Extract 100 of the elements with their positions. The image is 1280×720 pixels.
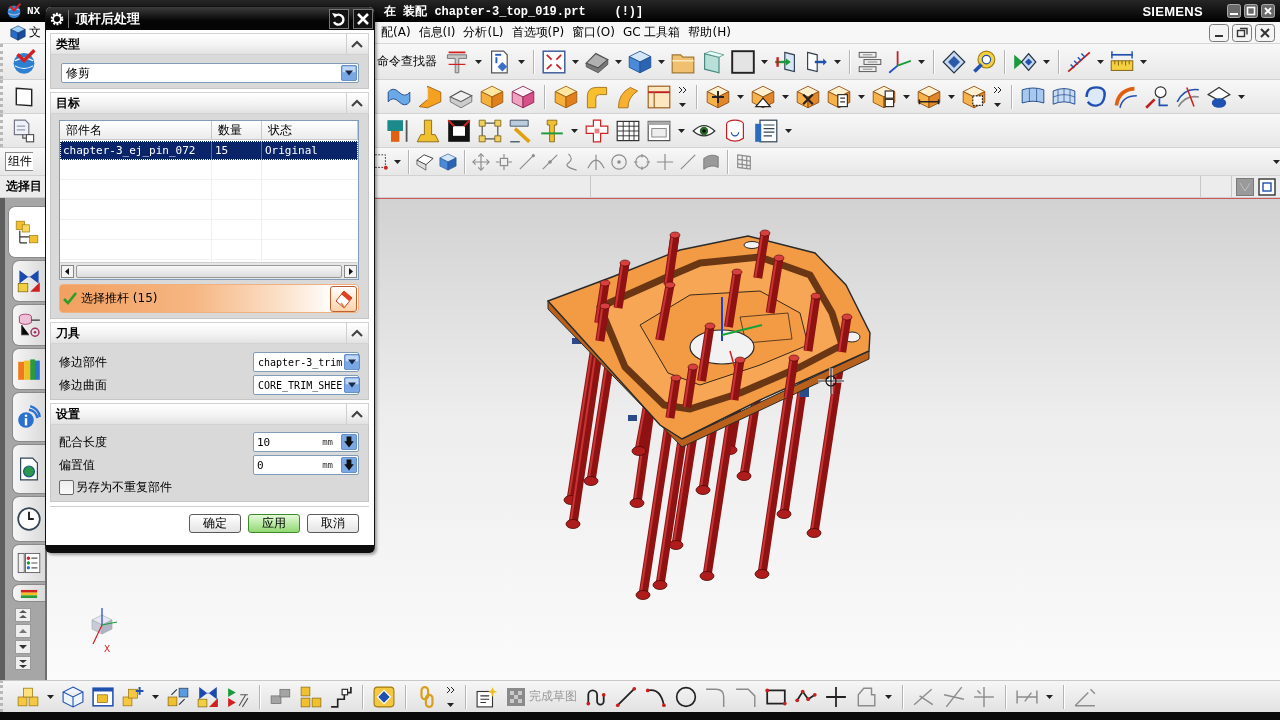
move-box-icon[interactable] (495, 152, 513, 171)
caret-icon[interactable] (518, 59, 525, 64)
frame-icon[interactable] (447, 118, 471, 143)
caret-icon[interactable] (918, 59, 925, 64)
diamond-tile-icon[interactable] (373, 685, 395, 708)
panel-icon[interactable] (701, 49, 725, 74)
caret-icon[interactable] (1238, 94, 1245, 99)
cube-icon[interactable] (439, 152, 457, 171)
globe-logo-icon[interactable] (6, 3, 22, 19)
curve-ribbon-icon[interactable] (1176, 84, 1200, 109)
circle-quadrant-icon[interactable] (633, 152, 651, 171)
box-split-icon[interactable] (872, 84, 896, 109)
caret-icon[interactable] (785, 128, 792, 133)
sketch-sparkle-icon[interactable] (476, 685, 498, 708)
menu-item[interactable]: 配(A) (377, 24, 415, 41)
resource-tab[interactable] (12, 304, 45, 346)
caret-icon[interactable] (678, 128, 685, 133)
caret-icon[interactable] (834, 59, 841, 64)
steps-icon[interactable] (330, 685, 352, 708)
caret-icon[interactable] (1043, 59, 1050, 64)
down-arrow-icon[interactable] (341, 434, 357, 450)
reset-icon[interactable] (329, 8, 349, 29)
blocks-plus-icon[interactable] (122, 685, 144, 708)
caret-icon[interactable] (782, 94, 789, 99)
t-shape-icon[interactable] (445, 49, 469, 74)
menu-item[interactable]: 信息(I) (414, 24, 460, 41)
sheet-lens-icon[interactable] (1207, 84, 1231, 109)
caret-icon[interactable] (885, 694, 892, 699)
fit-frame-icon[interactable] (1258, 177, 1276, 196)
box-span-icon[interactable] (917, 84, 941, 109)
value-dropdown[interactable]: CORE_TRIM_SHEE (253, 375, 359, 395)
scrollbar-thumb[interactable] (76, 264, 342, 278)
maximize-icon[interactable] (1244, 4, 1258, 18)
axes-icon[interactable] (888, 49, 912, 74)
caret-icon[interactable] (1097, 59, 1104, 64)
apply-button[interactable]: 应用 (248, 514, 300, 533)
circle-center-icon[interactable] (610, 152, 628, 171)
caret-icon[interactable] (1046, 694, 1053, 699)
bracket-frame-icon[interactable] (478, 118, 502, 143)
section-header[interactable]: 刀具 (50, 322, 369, 344)
bent-block-icon[interactable] (585, 84, 609, 109)
list-document-icon[interactable] (754, 118, 778, 143)
resource-tab[interactable] (12, 444, 45, 494)
caret-icon[interactable] (615, 59, 622, 64)
circle-icon[interactable] (675, 685, 697, 708)
caret-icon[interactable] (903, 94, 910, 99)
fit-view-icon[interactable] (542, 49, 566, 74)
caret-icon[interactable] (761, 59, 768, 64)
filter-dropdown[interactable]: 组件 (5, 152, 33, 171)
post-icon[interactable] (540, 118, 564, 143)
document-tree-icon[interactable] (12, 118, 36, 143)
minimize-icon[interactable] (1227, 4, 1241, 18)
arrows-pattern-icon[interactable] (227, 685, 249, 708)
blocks-icon[interactable] (17, 685, 39, 708)
loop-surface-icon[interactable] (1083, 84, 1107, 109)
cylinder-icon[interactable] (723, 118, 747, 143)
selection-row[interactable]: 选择推杆 (15) (59, 284, 359, 313)
cancel-button[interactable]: 取消 (307, 514, 359, 533)
caret-icon[interactable] (475, 59, 482, 64)
midpoint-line-icon[interactable] (541, 152, 559, 171)
box-frame-icon[interactable] (962, 84, 986, 109)
resource-tab[interactable] (12, 260, 45, 302)
outline-shape-icon[interactable] (855, 685, 877, 708)
globe-logo-icon[interactable] (11, 48, 37, 75)
arch-icon[interactable] (587, 152, 605, 171)
sheet-icon[interactable] (13, 85, 35, 108)
cube-logo-icon[interactable] (10, 24, 26, 41)
caret-icon[interactable] (571, 128, 578, 133)
down-arrow-icon[interactable] (341, 457, 357, 473)
cross-block-icon[interactable] (585, 118, 609, 143)
menu-item[interactable]: 窗口(O) (568, 24, 619, 41)
wedge-icon[interactable] (416, 152, 434, 171)
layers-icon[interactable] (858, 49, 882, 74)
caret-icon[interactable] (394, 159, 401, 164)
window-icon[interactable] (647, 118, 671, 143)
overflow-chevron-icon[interactable] (678, 85, 687, 108)
caret-icon[interactable] (948, 94, 955, 99)
wireframe-cube-icon[interactable] (62, 685, 84, 708)
move-arrows-icon[interactable] (472, 152, 490, 171)
cube-icon[interactable] (628, 49, 652, 74)
cluster-icon[interactable] (300, 685, 322, 708)
framed-block-icon[interactable] (647, 84, 671, 109)
sweep-curve-icon[interactable] (1114, 84, 1138, 109)
caret-icon[interactable] (1273, 159, 1280, 164)
minimize-icon[interactable] (1209, 23, 1229, 42)
square-icon[interactable] (731, 49, 755, 74)
checkbox[interactable] (59, 479, 74, 495)
swap-blocks-icon[interactable] (167, 685, 189, 708)
constraint-icon[interactable] (197, 685, 219, 708)
caret-icon[interactable] (658, 59, 665, 64)
close-icon[interactable] (353, 8, 373, 29)
overflow-chevron-icon[interactable] (993, 85, 1002, 108)
caret-icon[interactable] (1140, 59, 1147, 64)
value-dropdown[interactable]: chapter-3_trim (253, 352, 359, 372)
surface-patch-icon[interactable] (702, 152, 720, 171)
menu-item[interactable]: 文 (28, 24, 42, 41)
command-finder-button[interactable]: 命令查找器 (377, 53, 437, 70)
type-dropdown[interactable]: 修剪 (61, 63, 359, 83)
caret-icon[interactable] (737, 94, 744, 99)
column-header[interactable]: 状态 (262, 121, 358, 139)
